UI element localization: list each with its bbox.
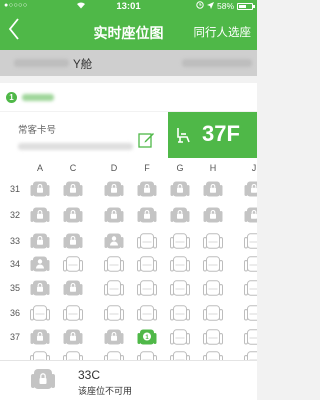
- location-icon: [206, 1, 214, 11]
- seat-31f-unavailable[interactable]: [137, 181, 157, 197]
- battery-label: 58%: [216, 1, 234, 11]
- seat-31h-unavailable[interactable]: [203, 181, 223, 197]
- seat-33f-available[interactable]: [137, 233, 157, 249]
- seat-35c-unavailable[interactable]: [63, 280, 83, 296]
- seat-32c-unavailable[interactable]: [63, 207, 83, 223]
- passenger-row[interactable]: 1: [0, 83, 257, 111]
- seat-36f-available[interactable]: [137, 305, 157, 321]
- seat-nexth-available[interactable]: [203, 351, 223, 360]
- row-number-31: 31: [9, 184, 20, 194]
- seat-nexta-available[interactable]: [30, 351, 50, 360]
- seat-33j-available[interactable]: [244, 233, 257, 249]
- seat-35f-available[interactable]: [137, 280, 157, 296]
- column-header-f: F: [144, 163, 150, 173]
- seat-32a-unavailable[interactable]: [30, 207, 50, 223]
- selected-seat-display: 37F: [168, 112, 257, 158]
- column-header-d: D: [110, 163, 118, 173]
- seat-34f-available[interactable]: [137, 256, 157, 272]
- column-header-c: C: [69, 163, 77, 173]
- row-number-36: 36: [9, 308, 20, 318]
- frequent-flyer-label: 常客卡号: [18, 125, 57, 136]
- seat-36c-available[interactable]: [63, 305, 83, 321]
- column-header-g: G: [176, 163, 184, 173]
- seat-32f-unavailable[interactable]: [137, 207, 157, 223]
- seat-34g-available[interactable]: [170, 256, 190, 272]
- cabin-class: Y舱: [73, 59, 93, 71]
- status-right: 58%: [196, 1, 255, 11]
- seat-nextj-available[interactable]: [244, 351, 257, 360]
- edit-icon[interactable]: [138, 131, 155, 148]
- seat-35j-available[interactable]: [244, 280, 257, 296]
- seat-36j-available[interactable]: [244, 305, 257, 321]
- seat-32h-unavailable[interactable]: [203, 207, 223, 223]
- seat-32j-unavailable[interactable]: [244, 207, 257, 223]
- seat-33g-available[interactable]: [170, 233, 190, 249]
- seat-36h-available[interactable]: [203, 305, 223, 321]
- top-bar: ●○○○○ 13:01 58% 实时座位图 同行人选座: [0, 0, 257, 50]
- seat-33d-occupied[interactable]: [104, 233, 124, 249]
- seat-nextf-available[interactable]: [137, 351, 157, 360]
- seat-nextc-available[interactable]: [63, 351, 83, 360]
- seat-33c-unavailable[interactable]: [63, 233, 83, 249]
- companion-seat-select-button[interactable]: 同行人选座: [194, 24, 252, 40]
- seat-37c-unavailable[interactable]: [63, 329, 83, 345]
- seat-32g-unavailable[interactable]: [170, 207, 190, 223]
- seat-35a-unavailable[interactable]: [30, 280, 50, 296]
- info-seat-number: 33C: [78, 368, 101, 382]
- seat-info-panel: 33C 该座位不可用: [0, 360, 257, 400]
- row-number-34: 34: [9, 259, 20, 269]
- seat-36a-available[interactable]: [30, 305, 50, 321]
- seat-33a-unavailable[interactable]: [30, 233, 50, 249]
- flight-date-redacted: [182, 59, 252, 67]
- seat-33h-available[interactable]: [203, 233, 223, 249]
- seat-31d-unavailable[interactable]: [104, 181, 124, 197]
- alarm-icon: [196, 1, 204, 11]
- selected-seat-number: 37F: [202, 121, 240, 146]
- seat-37g-available[interactable]: [170, 329, 190, 345]
- seat-nextg-available[interactable]: [170, 351, 190, 360]
- flight-info-bar: Y舱: [0, 50, 257, 76]
- seat-31g-unavailable[interactable]: [170, 181, 190, 197]
- seat-31j-unavailable[interactable]: [244, 181, 257, 197]
- seat-icon: [175, 126, 193, 144]
- row-number-35: 35: [9, 283, 20, 293]
- divider: [0, 360, 257, 361]
- column-header-h: H: [209, 163, 217, 173]
- seat-37h-available[interactable]: [203, 329, 223, 345]
- seat-nextd-available[interactable]: [104, 351, 124, 360]
- seat-36d-available[interactable]: [104, 305, 124, 321]
- seat-36g-available[interactable]: [170, 305, 190, 321]
- row-number-32: 32: [9, 210, 20, 220]
- seat-35d-available[interactable]: [104, 280, 124, 296]
- seat-31a-unavailable[interactable]: [30, 181, 50, 197]
- seat-34h-available[interactable]: [203, 256, 223, 272]
- row-number-37: 37: [9, 332, 20, 342]
- column-header-a: A: [36, 163, 43, 173]
- seat-map: A C D F G H J 31 32 33 34 35 36 37 1: [0, 158, 257, 360]
- flight-number-redacted: [14, 59, 69, 67]
- status-bar: ●○○○○ 13:01 58%: [0, 0, 257, 13]
- seat-35g-available[interactable]: [170, 280, 190, 296]
- seat-37d-unavailable[interactable]: [104, 329, 124, 345]
- seat-37f-selected[interactable]: 1: [137, 329, 157, 345]
- seat-34d-available[interactable]: [104, 256, 124, 272]
- battery-icon: [237, 2, 255, 10]
- seat-31c-unavailable[interactable]: [63, 181, 83, 197]
- row-number-33: 33: [9, 236, 20, 246]
- seat-34a-occupied[interactable]: [30, 256, 50, 272]
- frequent-flyer-number-redacted: [18, 143, 133, 150]
- seat-34j-available[interactable]: [244, 256, 257, 272]
- seat-32d-unavailable[interactable]: [104, 207, 124, 223]
- seat-37a-unavailable[interactable]: [30, 329, 50, 345]
- seat-35h-available[interactable]: [203, 280, 223, 296]
- column-header-j: J: [251, 163, 257, 173]
- seat-37j-available[interactable]: [244, 329, 257, 345]
- info-seat-status: 该座位不可用: [78, 386, 133, 396]
- passenger-index-badge: 1: [6, 92, 17, 103]
- seat-34c-available[interactable]: [63, 256, 83, 272]
- passenger-name-redacted: [22, 94, 54, 101]
- unavailable-seat-icon: [30, 367, 56, 391]
